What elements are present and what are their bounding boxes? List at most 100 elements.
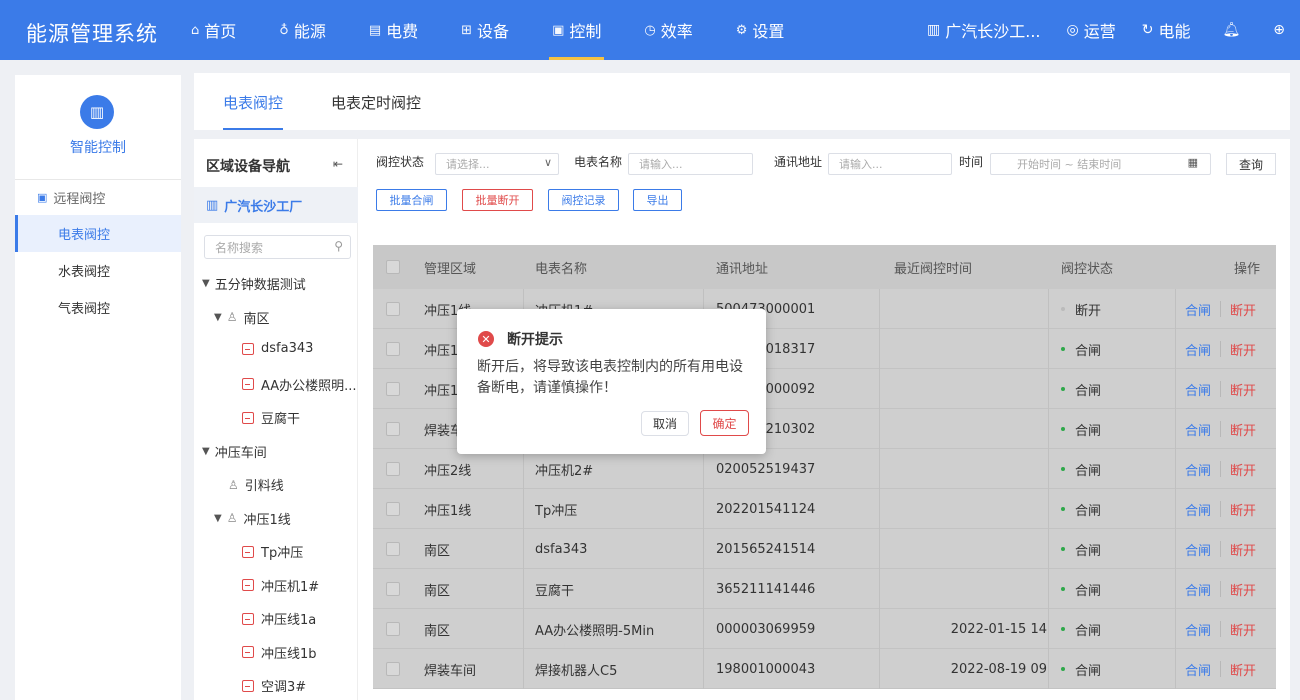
sidebar-item-1[interactable]: 水表阀控 <box>15 252 181 289</box>
confirm-button[interactable]: 确定 <box>700 410 749 436</box>
caret-down-icon[interactable]: ▼ <box>214 312 222 323</box>
tree-node[interactable]: 冲压线1a <box>242 609 316 628</box>
addr-input[interactable]: 请输入... <box>828 153 952 175</box>
row-checkbox[interactable] <box>386 609 400 649</box>
row-checkbox[interactable] <box>386 409 400 449</box>
row-checkbox[interactable] <box>386 369 400 409</box>
energy-link[interactable]: ↻ 电能 <box>1142 18 1191 42</box>
open-valve-link[interactable]: 断开 <box>1230 420 1256 439</box>
row-checkbox[interactable] <box>386 489 400 529</box>
meter-name-input[interactable]: 请输入... <box>628 153 753 175</box>
select-all-checkbox[interactable] <box>386 245 400 289</box>
tab-meter-timer-valve[interactable]: 电表定时阀控 <box>331 92 421 130</box>
valve-record-button[interactable]: 阀控记录 <box>548 189 619 211</box>
open-valve-link[interactable]: 断开 <box>1230 340 1256 359</box>
tree-node[interactable]: dsfa343 <box>242 341 313 356</box>
sidebar-group-remote-valve[interactable]: ▣ 远程阀控 <box>37 188 105 207</box>
open-valve-link[interactable]: 断开 <box>1230 660 1256 679</box>
close-valve-link[interactable]: 合闸 <box>1185 300 1211 319</box>
open-valve-link[interactable]: 断开 <box>1230 540 1256 559</box>
row-checkbox[interactable] <box>386 449 400 489</box>
table-row[interactable]: 冲压2线 冲压机2# 020052519437 合闸 合闸 断开 <box>373 449 1276 489</box>
row-checkbox[interactable] <box>386 329 400 369</box>
tree-node[interactable]: ▼ 冲压车间 <box>202 442 267 461</box>
nav-item-6[interactable]: ⚙ 设置 <box>733 0 788 60</box>
table-row[interactable]: 南区 dsfa343 201565241514 合闸 合闸 断开 <box>373 529 1276 569</box>
cell-area: 南区 <box>424 583 451 599</box>
sidebar-item-0[interactable]: 电表阀控 <box>15 215 181 252</box>
globe-icon[interactable]: ⊕ <box>1273 22 1290 38</box>
close-valve-link[interactable]: 合闸 <box>1185 340 1211 359</box>
open-valve-link[interactable]: 断开 <box>1230 500 1256 519</box>
nav-item-2[interactable]: ▤ 电费 <box>366 0 421 60</box>
tree-node[interactable]: ♙ 引料线 <box>228 475 284 495</box>
close-valve-link[interactable]: 合闸 <box>1185 620 1211 639</box>
open-valve-link[interactable]: 断开 <box>1230 580 1256 599</box>
batch-open-button[interactable]: 批量断开 <box>462 189 533 211</box>
cell-address: 198001000043 <box>716 661 816 677</box>
row-checkbox[interactable] <box>386 529 400 569</box>
cell-meter-name: 焊接机器人C5 <box>535 663 618 679</box>
table-row[interactable]: 冲压1线 Tp冲压 202201541124 合闸 合闸 断开 <box>373 489 1276 529</box>
nav-item-3[interactable]: ⊞ 设备 <box>458 0 512 60</box>
close-valve-link[interactable]: 合闸 <box>1185 380 1211 399</box>
table-row[interactable]: 南区 豆腐干 365211141446 合闸 合闸 断开 <box>373 569 1276 609</box>
open-valve-link[interactable]: 断开 <box>1230 460 1256 479</box>
close-valve-link[interactable]: 合闸 <box>1185 540 1211 559</box>
tree-node[interactable]: 冲压线1b <box>242 643 317 662</box>
batch-close-button[interactable]: 批量合闸 <box>376 189 447 211</box>
cancel-button[interactable]: 取消 <box>641 411 689 436</box>
tree-node[interactable]: AA办公楼照明... <box>242 375 357 394</box>
caret-down-icon[interactable]: ▼ <box>202 446 210 457</box>
close-valve-link[interactable]: 合闸 <box>1185 420 1211 439</box>
close-valve-link[interactable]: 合闸 <box>1185 580 1211 599</box>
nav-label: 电费 <box>386 22 419 41</box>
tree-search-input[interactable]: 名称搜索 ⚲ <box>204 235 351 259</box>
search-icon[interactable]: ⚲ <box>334 239 343 253</box>
query-button[interactable]: 查询 <box>1226 153 1276 175</box>
tab-bar: 电表阀控 电表定时阀控 <box>194 73 1290 130</box>
cell-address: 202201541124 <box>716 501 816 517</box>
tree-node[interactable]: Tp冲压 <box>242 542 303 561</box>
cell-area: 南区 <box>424 543 451 559</box>
tree-node[interactable]: 冲压机1# <box>242 576 319 595</box>
open-valve-link[interactable]: 断开 <box>1230 300 1256 319</box>
open-valve-link[interactable]: 断开 <box>1230 620 1256 639</box>
export-button[interactable]: 导出 <box>633 189 682 211</box>
divider <box>15 179 181 180</box>
bell-icon[interactable]: 🔔︎ <box>1222 22 1245 38</box>
caret-down-icon[interactable]: ▼ <box>202 278 210 289</box>
nav-item-1[interactable]: ♁ 能源 <box>276 0 329 60</box>
tree-node[interactable]: 空调3# <box>242 676 306 695</box>
row-checkbox[interactable] <box>386 569 400 609</box>
tab-meter-valve[interactable]: 电表阀控 <box>223 92 284 130</box>
meter-icon <box>242 579 254 591</box>
time-range-input[interactable]: 开始时间 ~ 结束时间 ▦ <box>990 153 1211 175</box>
status-select[interactable]: 请选择... ∨ <box>435 153 559 175</box>
open-valve-link[interactable]: 断开 <box>1230 380 1256 399</box>
factory-selector[interactable]: ▥ 广汽长沙工... <box>927 18 1041 42</box>
cell-last-time <box>883 289 1047 329</box>
tree-node[interactable]: 豆腐干 <box>242 408 300 427</box>
collapse-icon[interactable]: ⇤ <box>333 157 343 171</box>
ops-link[interactable]: ◎ 运营 <box>1067 18 1116 42</box>
sidebar-item-2[interactable]: 气表阀控 <box>15 289 181 326</box>
table-row[interactable]: 焊装车间 焊接机器人C5 198001000043 2022-08-19 09 合闸 合闸… <box>373 649 1276 689</box>
row-checkbox[interactable] <box>386 649 400 689</box>
close-valve-link[interactable]: 合闸 <box>1185 500 1211 519</box>
tree-node[interactable]: ▼ ♙ 南区 <box>214 308 269 327</box>
nav-item-0[interactable]: ⌂ 首页 <box>188 0 239 60</box>
nav-item-4[interactable]: ▣ 控制 <box>549 0 605 60</box>
tree-node[interactable]: ▼ 五分钟数据测试 <box>202 274 306 293</box>
nav-label: 设备 <box>477 22 510 41</box>
status-text: 合闸 <box>1075 463 1102 479</box>
caret-down-icon[interactable]: ▼ <box>214 513 222 524</box>
nav-item-5[interactable]: ◷ 效率 <box>641 0 695 60</box>
tree-node[interactable]: ▼ ♙ 冲压1线 <box>214 509 291 528</box>
cell-area: 冲压1线 <box>424 503 472 519</box>
close-valve-link[interactable]: 合闸 <box>1185 660 1211 679</box>
table-row[interactable]: 南区 AA办公楼照明-5Min 000003069959 2022-01-15 14 合… <box>373 609 1276 649</box>
close-valve-link[interactable]: 合闸 <box>1185 460 1211 479</box>
row-checkbox[interactable] <box>386 289 400 329</box>
tree-factory-node[interactable]: ▥ 广汽长沙工厂 <box>194 187 358 223</box>
